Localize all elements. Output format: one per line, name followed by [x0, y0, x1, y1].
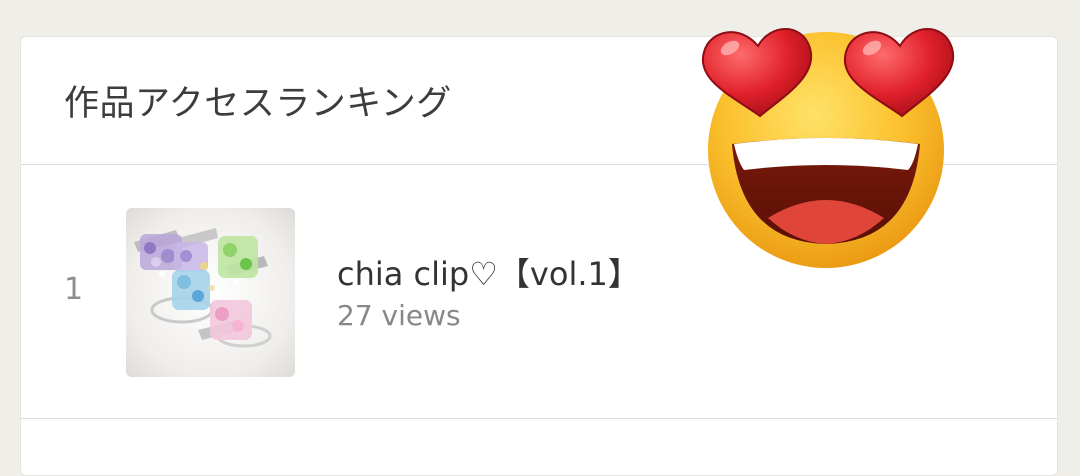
- heart-eyes-emoji-icon: [688, 4, 968, 272]
- ranking-title: 作品アクセスランキング: [64, 84, 452, 124]
- hair-clip-photo-icon: [126, 208, 295, 377]
- item-view-count: 27 views: [337, 299, 461, 332]
- item-title-link[interactable]: chia clip♡【vol.1】: [337, 249, 640, 295]
- hair-clip-photo-thumbnail[interactable]: [126, 208, 295, 377]
- rank-number: 1: [64, 272, 84, 307]
